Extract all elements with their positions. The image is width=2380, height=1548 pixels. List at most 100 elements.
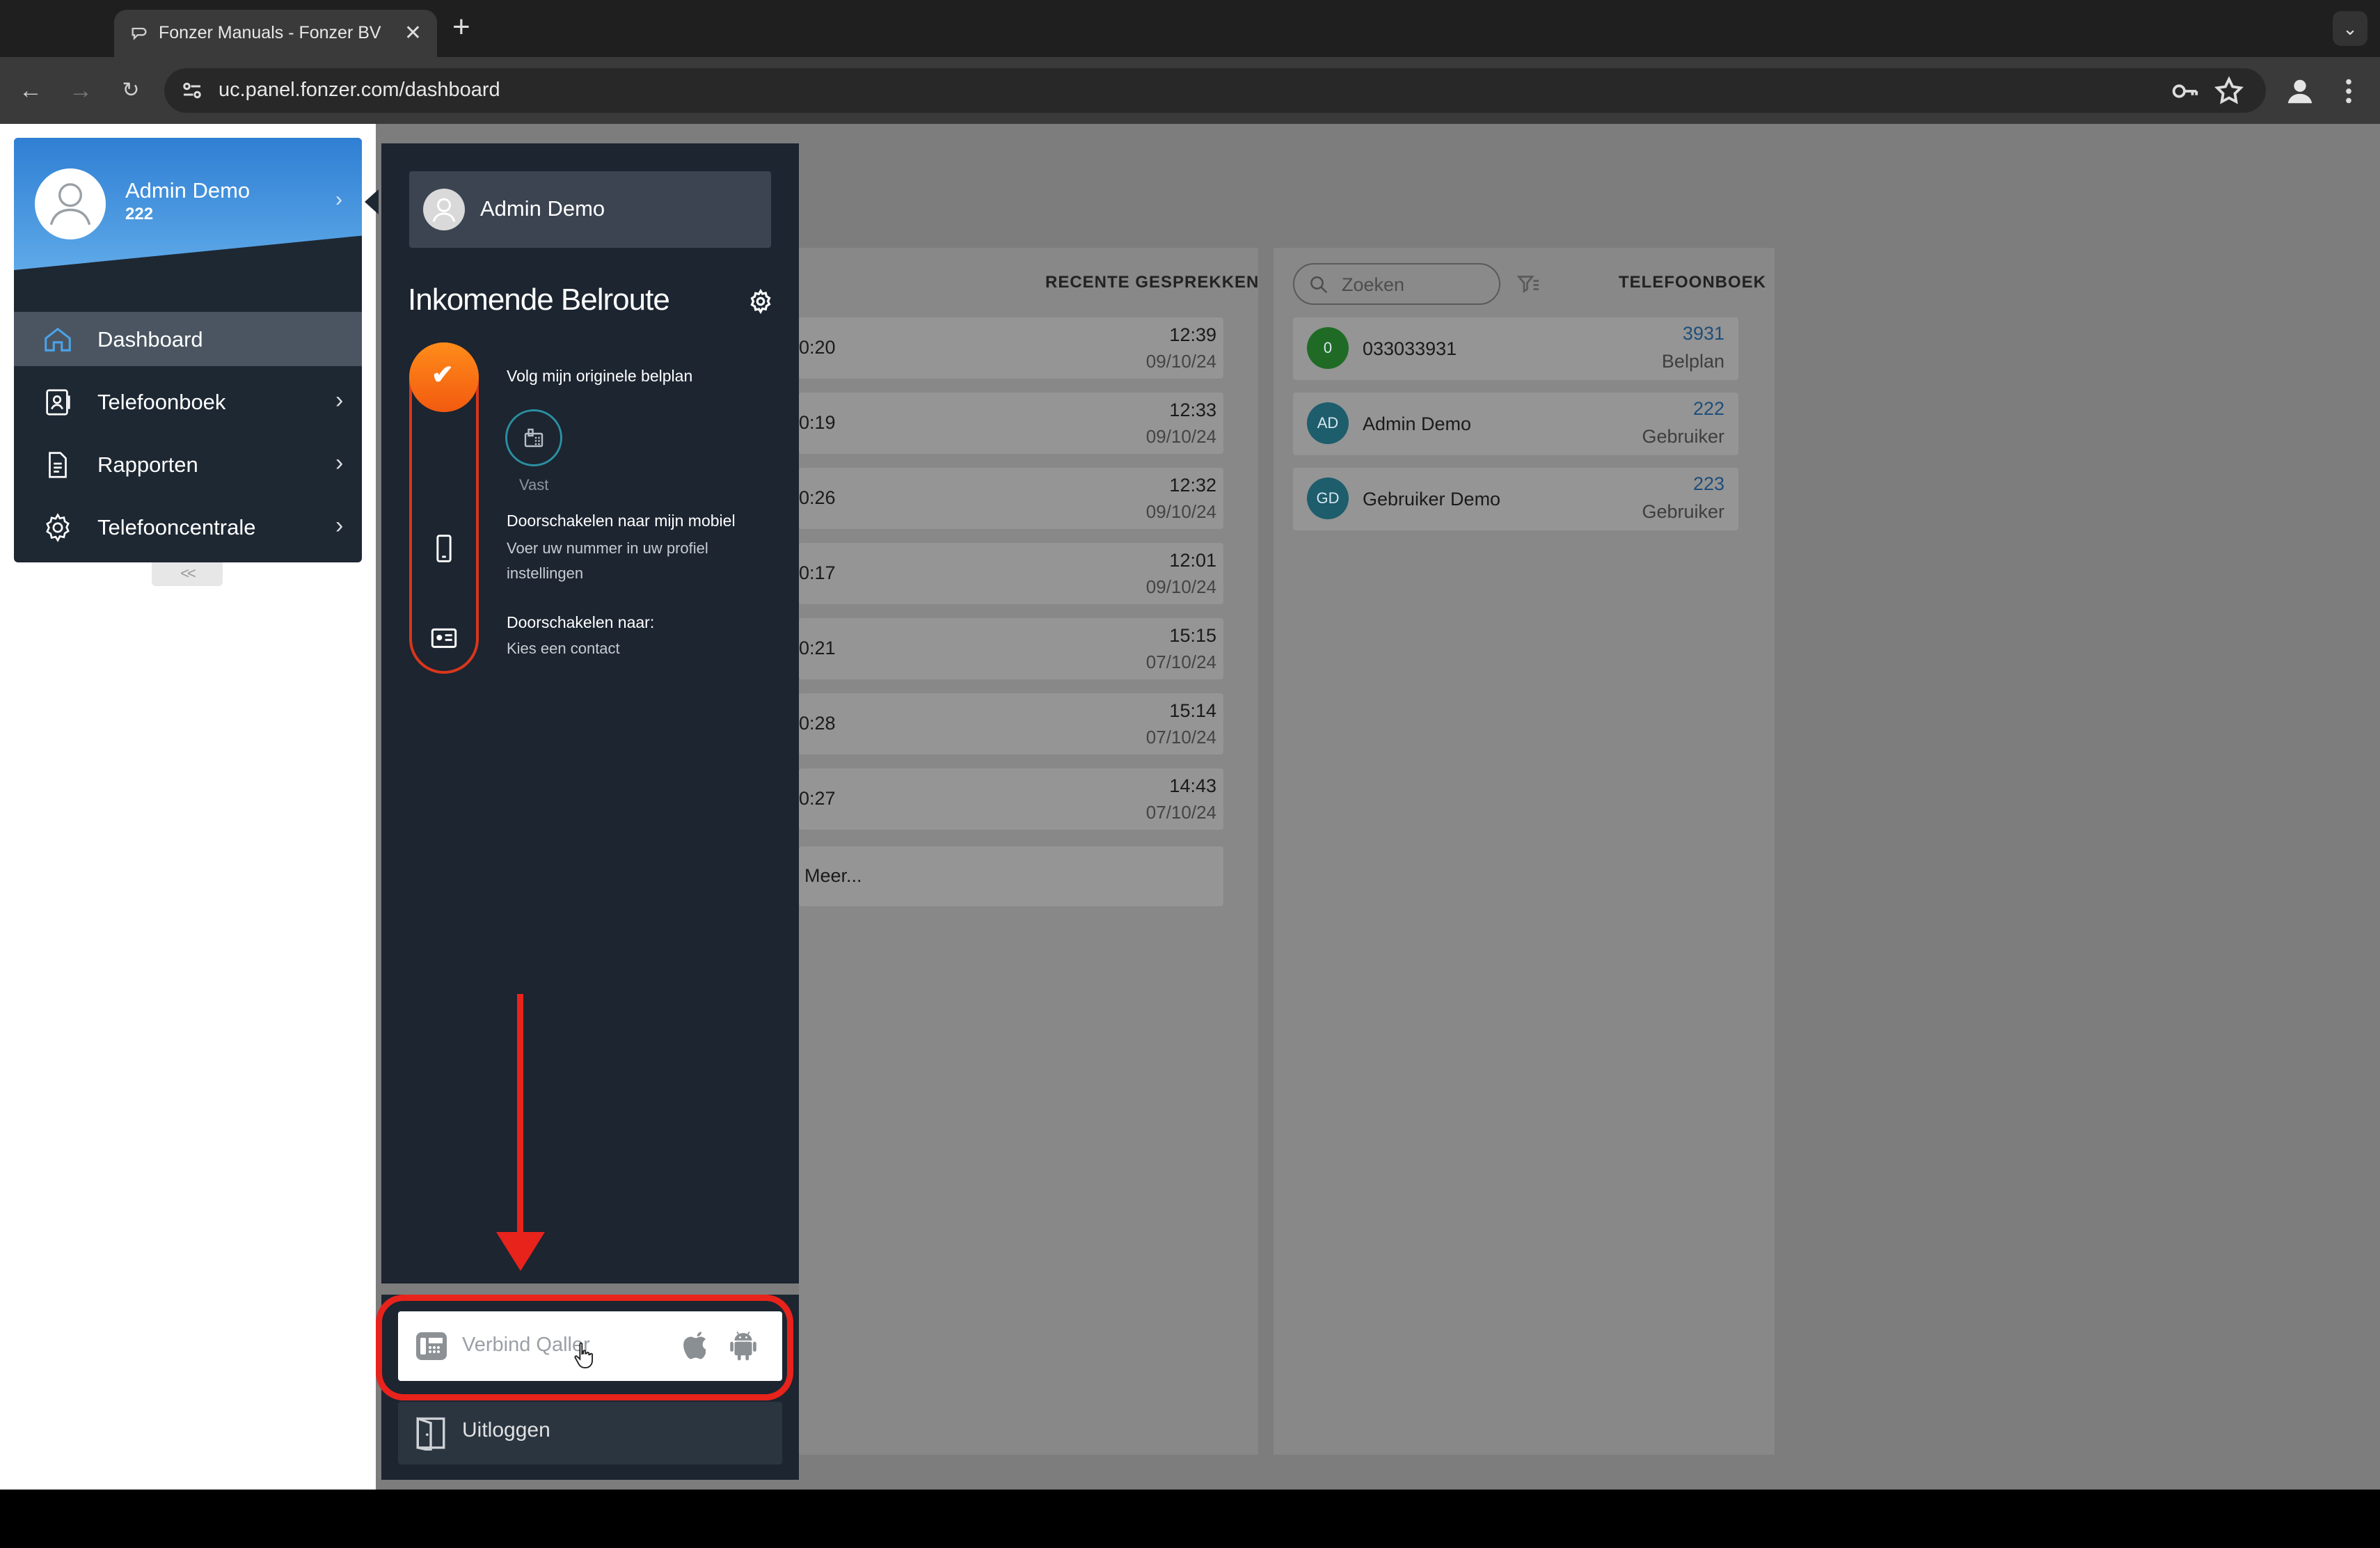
tab-title: Fonzer Manuals - Fonzer BV xyxy=(159,23,381,42)
more-calls-button[interactable]: Meer... xyxy=(799,846,1223,906)
chevron-right-icon: › xyxy=(335,512,344,539)
call-row[interactable]: 0:28 15:14 07/10/24 xyxy=(799,693,1223,755)
document-icon xyxy=(49,452,67,478)
call-row[interactable]: 0:17 12:01 09/10/24 xyxy=(799,543,1223,604)
chevron-right-icon: › xyxy=(335,450,344,476)
profile-name: Admin Demo xyxy=(125,178,251,203)
contact-avatar: AD xyxy=(1307,402,1349,444)
popup-pointer xyxy=(365,189,379,214)
browser-menu-icon[interactable] xyxy=(2333,75,2365,107)
mobile-phone-icon[interactable] xyxy=(431,533,457,564)
contact-name: Admin Demo xyxy=(1363,413,1472,434)
user-icon xyxy=(432,198,456,223)
call-date: 09/10/24 xyxy=(1145,351,1216,372)
check-icon: ✔ xyxy=(431,361,454,390)
new-tab-button[interactable]: + xyxy=(452,10,470,45)
annotation-arrow-line xyxy=(517,994,523,1245)
vast-label: Vast xyxy=(519,476,549,493)
contact-avatar: GD xyxy=(1307,477,1349,519)
route-forward-title[interactable]: Doorschakelen naar: xyxy=(507,610,654,635)
reload-icon[interactable]: ↻ xyxy=(116,75,146,106)
contact-type: Gebruiker xyxy=(1642,501,1724,522)
call-time: 12:33 xyxy=(1169,400,1216,420)
call-row[interactable]: 0:26 12:32 09/10/24 xyxy=(799,468,1223,529)
tab-search-button[interactable]: ⌄ xyxy=(2333,11,2367,46)
call-row[interactable]: 0:27 14:43 07/10/24 xyxy=(799,768,1223,830)
chevron-right-icon: › xyxy=(335,387,344,413)
route-mobile-title[interactable]: Doorschakelen naar mijn mobiel xyxy=(507,508,736,533)
phonebook-search-input[interactable]: Zoeken xyxy=(1293,263,1500,305)
contact-card-icon[interactable] xyxy=(430,625,458,650)
sidebar: Admin Demo 222 › Dashboard Telefoonboek … xyxy=(14,138,362,562)
contact-type: Gebruiker xyxy=(1642,426,1724,447)
route-follow-label[interactable]: Volg mijn originele belplan xyxy=(507,363,692,388)
call-time: 12:01 xyxy=(1169,550,1216,571)
phonebook-header: TELEFOONBOEK xyxy=(1619,273,1767,292)
call-duration: 0:21 xyxy=(799,638,836,658)
route-forward-sub[interactable]: Kies een contact xyxy=(507,636,620,661)
profile-header[interactable]: Admin Demo 222 › xyxy=(14,138,362,270)
sidebar-item-label: Telefoonboek xyxy=(97,390,226,414)
filter-icon[interactable] xyxy=(1514,271,1542,297)
call-date: 07/10/24 xyxy=(1145,651,1216,672)
logout-button[interactable]: Uitloggen xyxy=(398,1402,782,1464)
address-bar[interactable]: uc.panel.fonzer.com/dashboard xyxy=(164,68,2266,113)
route-option-follow-selected[interactable]: ✔ xyxy=(409,342,479,412)
password-key-icon[interactable] xyxy=(2168,75,2200,107)
tab-close-icon[interactable]: ✕ xyxy=(404,21,422,45)
tab-favicon-icon xyxy=(132,27,147,40)
chevron-right-icon: › xyxy=(335,188,342,211)
back-arrow-icon[interactable]: ← xyxy=(15,75,46,106)
sidebar-item-telefooncentrale[interactable]: Telefooncentrale › xyxy=(14,500,362,554)
call-date: 09/10/24 xyxy=(1145,426,1216,447)
profile-icon[interactable] xyxy=(2284,75,2316,107)
route-settings-gear-icon[interactable] xyxy=(747,288,774,315)
phonebook-row[interactable]: AD Admin Demo 222 Gebruiker xyxy=(1293,393,1738,455)
call-date: 09/10/24 xyxy=(1145,576,1216,597)
forward-arrow-icon[interactable]: → xyxy=(65,75,96,106)
contact-name: 033033931 xyxy=(1363,338,1457,359)
call-time: 12:32 xyxy=(1169,475,1216,496)
call-duration: 0:17 xyxy=(799,562,836,583)
call-row[interactable]: 0:20 12:39 09/10/24 xyxy=(799,317,1223,379)
call-date: 09/10/24 xyxy=(1145,501,1216,522)
call-time: 15:15 xyxy=(1169,625,1216,646)
search-icon xyxy=(1310,276,1328,294)
phonebook-row[interactable]: 0 033033931 3931 Belplan xyxy=(1293,317,1738,380)
call-duration: 0:26 xyxy=(799,487,836,508)
panel-user-card[interactable]: Admin Demo xyxy=(409,171,771,248)
vast-phone-button[interactable] xyxy=(505,409,562,466)
phonebook-row[interactable]: GD Gebruiker Demo 223 Gebruiker xyxy=(1293,468,1738,530)
bookmark-star-icon[interactable] xyxy=(2213,75,2245,107)
call-date: 07/10/24 xyxy=(1145,727,1216,748)
gear-icon xyxy=(46,513,70,542)
sidebar-item-rapporten[interactable]: Rapporten › xyxy=(14,437,362,491)
sidebar-item-label: Dashboard xyxy=(97,327,203,352)
call-row[interactable]: 0:19 12:33 09/10/24 xyxy=(799,393,1223,454)
more-calls-label: Meer... xyxy=(804,865,862,886)
call-date: 07/10/24 xyxy=(1145,802,1216,823)
call-duration: 0:28 xyxy=(799,713,836,734)
contact-number: 223 xyxy=(1692,473,1724,494)
site-settings-icon[interactable] xyxy=(180,78,205,103)
panel-user-name: Admin Demo xyxy=(480,196,605,221)
call-duration: 0:27 xyxy=(799,788,836,809)
route-title: Inkomende Belroute xyxy=(408,283,670,317)
sidebar-item-label: Telefooncentrale xyxy=(97,515,256,539)
desk-phone-icon xyxy=(524,428,544,448)
sidebar-item-telefoonboek[interactable]: Telefoonboek › xyxy=(14,374,362,429)
browser-tab[interactable]: Fonzer Manuals - Fonzer BV ✕ xyxy=(114,10,437,57)
collapse-sidebar-button[interactable]: << xyxy=(152,562,223,586)
contact-type: Belplan xyxy=(1661,351,1724,372)
screen-bottom-bar xyxy=(0,1490,2380,1548)
annotation-highlight-box xyxy=(376,1295,793,1400)
contact-avatar: 0 xyxy=(1307,327,1349,369)
recent-calls-header: RECENTE GESPREKKEN xyxy=(1045,273,1260,292)
home-icon xyxy=(45,327,71,352)
call-duration: 0:20 xyxy=(799,337,836,358)
route-mobile-sub: Voer uw nummer in uw profiel instellinge… xyxy=(507,539,708,582)
call-time: 12:39 xyxy=(1169,324,1216,345)
call-row[interactable]: 0:21 15:15 07/10/24 xyxy=(799,618,1223,679)
sidebar-item-dashboard[interactable]: Dashboard xyxy=(14,312,362,366)
profile-extension: 222 xyxy=(125,205,154,223)
